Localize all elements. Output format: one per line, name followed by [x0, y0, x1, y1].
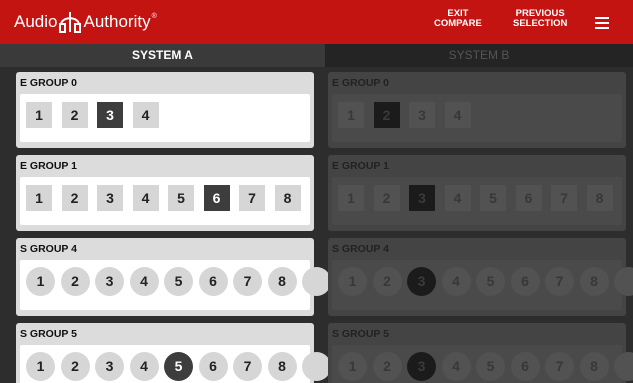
tab-system-b[interactable]: SYSTEM B — [325, 44, 633, 67]
audio-authority-logo[interactable]: Audio Authority ® — [14, 11, 157, 33]
source-button-4[interactable]: 4 — [129, 267, 159, 296]
brand-mark: ® — [151, 13, 157, 20]
previous-selection-button[interactable]: PREVIOUS SELECTION — [513, 9, 567, 29]
source-button-7[interactable]: 7 — [233, 267, 262, 296]
source-button-8[interactable]: 8 — [267, 267, 297, 296]
exit-compare-button[interactable]: EXIT COMPARE — [434, 9, 482, 29]
source-button-1[interactable]: 1 — [338, 267, 367, 296]
source-button-6[interactable]: 6 — [510, 352, 540, 381]
group-title: E GROUP 0 — [332, 77, 389, 89]
source-button-2[interactable]: 2 — [373, 102, 400, 128]
overflow-button[interactable] — [614, 352, 633, 381]
source-button-3[interactable]: 3 — [97, 185, 123, 211]
tab-system-a[interactable]: SYSTEM A — [0, 44, 325, 67]
source-button-2[interactable]: 2 — [60, 267, 90, 296]
group-button-row: 12345678 — [20, 345, 331, 383]
source-button-8[interactable]: 8 — [274, 185, 301, 211]
source-button-5[interactable]: 5 — [168, 185, 194, 211]
source-button-3[interactable]: 3 — [97, 102, 123, 128]
source-button-4[interactable]: 4 — [444, 102, 471, 128]
group-title: S GROUP 4 — [20, 243, 77, 255]
overflow-button[interactable] — [614, 267, 633, 296]
source-button-7[interactable]: 7 — [551, 185, 577, 211]
source-button-3[interactable]: 3 — [409, 185, 435, 211]
system-b-group-panel: E GROUP 1 12345678 — [328, 155, 626, 231]
group-title: E GROUP 1 — [20, 160, 77, 172]
source-button-2[interactable]: 2 — [373, 185, 400, 211]
source-button-6[interactable]: 6 — [510, 267, 540, 296]
source-button-1[interactable]: 1 — [26, 352, 55, 381]
source-button-1[interactable]: 1 — [26, 102, 52, 128]
system-tabs: SYSTEM A SYSTEM B — [0, 44, 633, 67]
source-button-8[interactable]: 8 — [586, 185, 613, 211]
overflow-button[interactable] — [302, 352, 331, 381]
group-button-row: 1234 — [20, 94, 310, 142]
system-b-group-panel: E GROUP 0 1234 — [328, 72, 626, 148]
source-button-4[interactable]: 4 — [132, 102, 159, 128]
source-button-3[interactable]: 3 — [409, 102, 435, 128]
source-button-6[interactable]: 6 — [515, 185, 542, 211]
source-button-5[interactable]: 5 — [476, 352, 505, 381]
group-button-row: 12345678 — [20, 177, 310, 225]
source-button-6[interactable]: 6 — [203, 185, 230, 211]
source-button-6[interactable]: 6 — [198, 352, 228, 381]
source-button-7[interactable]: 7 — [545, 267, 574, 296]
brand-text-right: Authority — [83, 12, 151, 31]
source-button-1[interactable]: 1 — [26, 185, 52, 211]
source-button-1[interactable]: 1 — [338, 185, 364, 211]
source-button-5[interactable]: 5 — [476, 267, 505, 296]
source-button-2[interactable]: 2 — [372, 352, 402, 381]
group-title: S GROUP 5 — [20, 328, 77, 340]
source-button-8[interactable]: 8 — [267, 352, 297, 381]
brand-emblem-icon — [59, 12, 82, 33]
group-button-row: 1234 — [332, 94, 622, 142]
source-button-3[interactable]: 3 — [407, 352, 436, 381]
source-button-6[interactable]: 6 — [198, 267, 228, 296]
group-title: S GROUP 5 — [332, 328, 389, 340]
source-button-5[interactable]: 5 — [164, 267, 193, 296]
source-button-1[interactable]: 1 — [338, 102, 364, 128]
source-button-4[interactable]: 4 — [441, 267, 471, 296]
system-a-group-panel: S GROUP 4 12345678 — [16, 238, 331, 316]
source-button-4[interactable]: 4 — [441, 352, 471, 381]
source-button-1[interactable]: 1 — [338, 352, 367, 381]
group-title: E GROUP 0 — [20, 77, 77, 89]
group-button-row: 12345678 — [332, 345, 633, 383]
group-button-row: 12345678 — [332, 260, 633, 310]
source-button-8[interactable]: 8 — [579, 352, 609, 381]
top-bar: Audio Authority ® EXIT COMPARE PREVIOUS … — [0, 0, 633, 44]
system-b-group-panel: S GROUP 5 12345678 — [328, 323, 633, 383]
source-button-7[interactable]: 7 — [233, 352, 262, 381]
source-button-3[interactable]: 3 — [95, 352, 124, 381]
source-button-2[interactable]: 2 — [61, 185, 88, 211]
source-button-1[interactable]: 1 — [26, 267, 55, 296]
source-button-2[interactable]: 2 — [372, 267, 402, 296]
source-button-7[interactable]: 7 — [239, 185, 265, 211]
source-button-2[interactable]: 2 — [60, 352, 90, 381]
group-title: S GROUP 4 — [332, 243, 389, 255]
group-button-row: 12345678 — [332, 177, 622, 225]
source-button-8[interactable]: 8 — [579, 267, 609, 296]
system-a-group-panel: S GROUP 5 12345678 — [16, 323, 331, 383]
brand-text-left: Audio — [14, 12, 58, 31]
source-button-3[interactable]: 3 — [95, 267, 124, 296]
source-button-4[interactable]: 4 — [129, 352, 159, 381]
group-title: E GROUP 1 — [332, 160, 389, 172]
system-b-group-panel: S GROUP 4 12345678 — [328, 238, 633, 316]
app-window: Audio Authority ® EXIT COMPARE PREVIOUS … — [0, 0, 633, 383]
overflow-button[interactable] — [302, 267, 331, 296]
source-button-7[interactable]: 7 — [545, 352, 574, 381]
system-a-group-panel: E GROUP 0 1234 — [16, 72, 314, 148]
source-button-5[interactable]: 5 — [164, 352, 193, 381]
source-button-4[interactable]: 4 — [444, 185, 471, 211]
source-button-2[interactable]: 2 — [61, 102, 88, 128]
source-button-4[interactable]: 4 — [132, 185, 159, 211]
group-button-row: 12345678 — [20, 260, 331, 310]
hamburger-icon[interactable] — [595, 14, 609, 30]
system-a-group-panel: E GROUP 1 12345678 — [16, 155, 314, 231]
source-button-3[interactable]: 3 — [407, 267, 436, 296]
source-button-5[interactable]: 5 — [480, 185, 506, 211]
